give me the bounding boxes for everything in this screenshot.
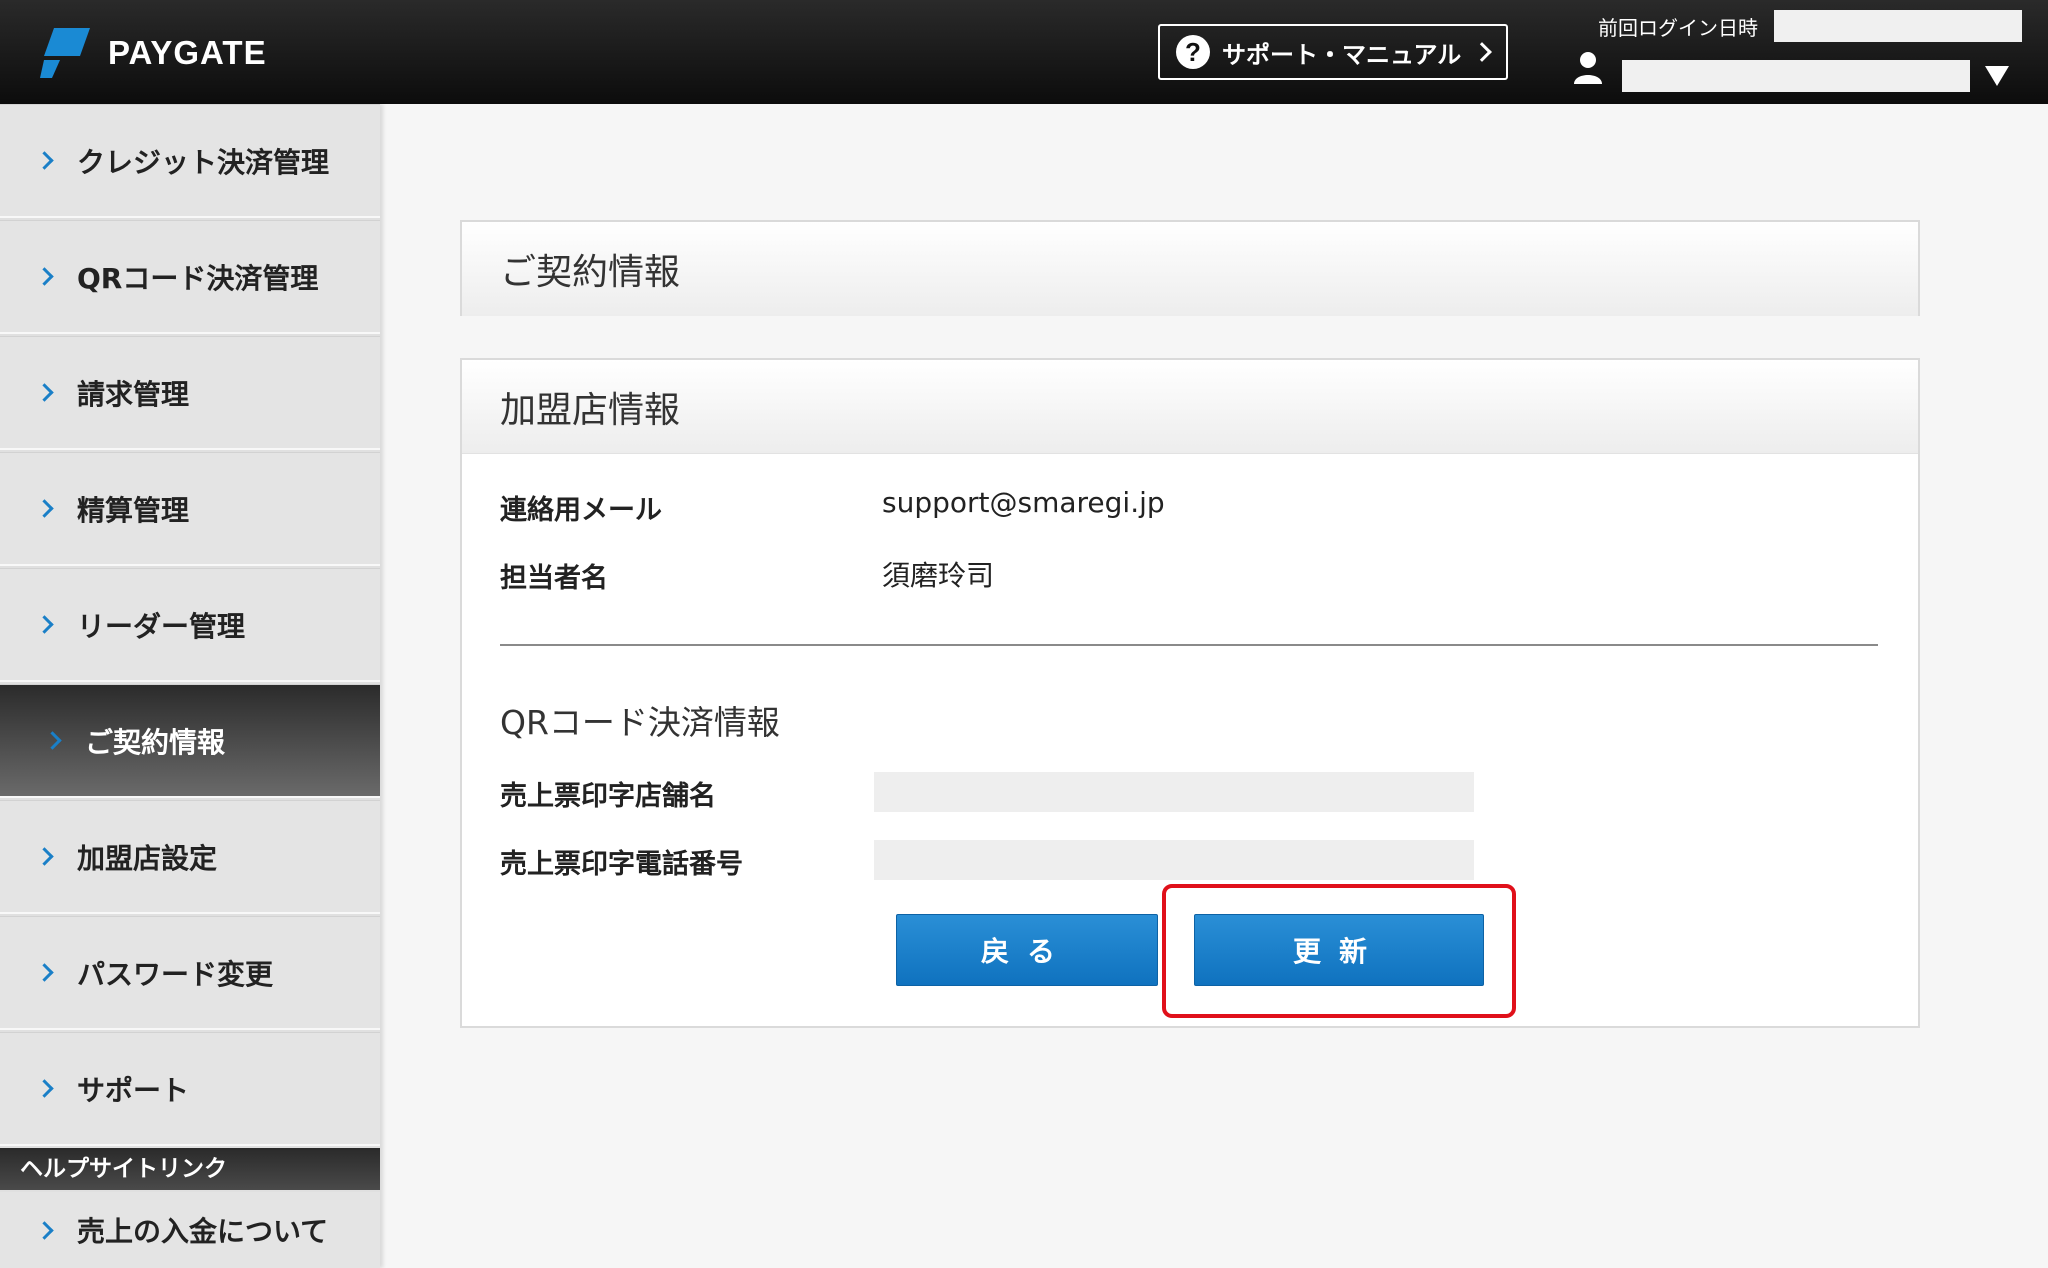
merchant-info-panel: 加盟店情報 連絡用メール support@smaregi.jp 担当者名 須磨玲…: [460, 358, 1920, 1028]
back-button[interactable]: 戻る: [896, 914, 1158, 986]
sidebar-item-label: 精算管理: [77, 493, 190, 527]
sidebar-item-label: サポート: [77, 1073, 190, 1107]
sidebar-item-label: 請求管理: [77, 377, 190, 411]
sidebar-item-password[interactable]: パスワード変更: [0, 916, 380, 1030]
brand-logo[interactable]: PAYGATE: [40, 26, 267, 80]
chevron-right-icon: [43, 731, 62, 750]
sidebar-item-label: QRコード決済管理: [77, 261, 319, 295]
help-link-deposit[interactable]: 売上の入金について: [0, 1192, 380, 1268]
chevron-right-icon: [35, 499, 54, 518]
sidebar-item-label: クレジット決済管理: [77, 145, 330, 179]
update-highlight-box: [1162, 884, 1516, 1018]
chevron-right-icon: [35, 847, 54, 866]
sidebar-item-billing[interactable]: 請求管理: [0, 336, 380, 450]
sidebar-item-contract[interactable]: ご契約情報: [0, 684, 380, 798]
sidebar-item-credit[interactable]: クレジット決済管理: [0, 104, 380, 218]
triangle-down-icon[interactable]: [1985, 66, 2009, 86]
help-link-label: 売上の入金について: [77, 1215, 329, 1248]
contact-person-value: 須磨玲司: [882, 559, 995, 592]
chevron-right-icon: [35, 151, 54, 170]
qr-info-title: QRコード決済情報: [500, 703, 780, 742]
receipt-store-name-label: 売上票印字店舗名: [500, 781, 716, 812]
sidebar-item-label: 加盟店設定: [77, 841, 218, 875]
support-manual-button[interactable]: ? サポート・マニュアル: [1158, 24, 1508, 80]
contact-email-label: 連絡用メール: [500, 495, 662, 526]
user-name-field[interactable]: [1622, 60, 1970, 92]
user-icon: [1574, 52, 1602, 84]
sidebar: クレジット決済管理 QRコード決済管理 請求管理 精算管理 リーダー管理 ご契約…: [0, 104, 380, 1268]
brand-name: PAYGATE: [108, 34, 267, 71]
question-circle-icon: ?: [1176, 35, 1210, 69]
sidebar-item-qr-payment[interactable]: QRコード決済管理: [0, 220, 380, 334]
last-login-label: 前回ログイン日時: [1598, 16, 1758, 40]
sidebar-item-reader[interactable]: リーダー管理: [0, 568, 380, 682]
chevron-right-icon: [35, 1079, 54, 1098]
contact-person-label: 担当者名: [500, 563, 608, 594]
sidebar-item-label: ご契約情報: [85, 725, 226, 759]
page-title: ご契約情報: [462, 222, 1918, 316]
sidebar-item-merchant-settings[interactable]: 加盟店設定: [0, 800, 380, 914]
merchant-info-title: 加盟店情報: [462, 360, 1918, 454]
top-header: PAYGATE ? サポート・マニュアル 前回ログイン日時: [0, 0, 2048, 104]
chevron-right-icon: [35, 615, 54, 634]
sidebar-item-label: リーダー管理: [77, 609, 246, 643]
sidebar-item-label: パスワード変更: [77, 957, 274, 991]
page-title-panel: ご契約情報: [460, 220, 1920, 316]
paygate-logo-icon: [40, 28, 90, 78]
chevron-right-icon: [35, 383, 54, 402]
receipt-store-name-field[interactable]: [874, 772, 1474, 812]
sidebar-item-settlement[interactable]: 精算管理: [0, 452, 380, 566]
contact-email-value: support@smaregi.jp: [882, 486, 1165, 519]
last-login-value: [1774, 10, 2022, 42]
support-manual-label: サポート・マニュアル: [1222, 40, 1462, 69]
section-divider: [500, 644, 1878, 646]
receipt-phone-field[interactable]: [874, 840, 1474, 880]
help-site-heading: ヘルプサイトリンク: [0, 1148, 380, 1190]
receipt-phone-label: 売上票印字電話番号: [500, 849, 743, 880]
sidebar-item-support[interactable]: サポート: [0, 1032, 380, 1146]
chevron-right-icon: [1472, 42, 1493, 62]
chevron-right-icon: [35, 267, 54, 286]
chevron-right-icon: [35, 963, 54, 982]
chevron-right-icon: [35, 1220, 54, 1240]
